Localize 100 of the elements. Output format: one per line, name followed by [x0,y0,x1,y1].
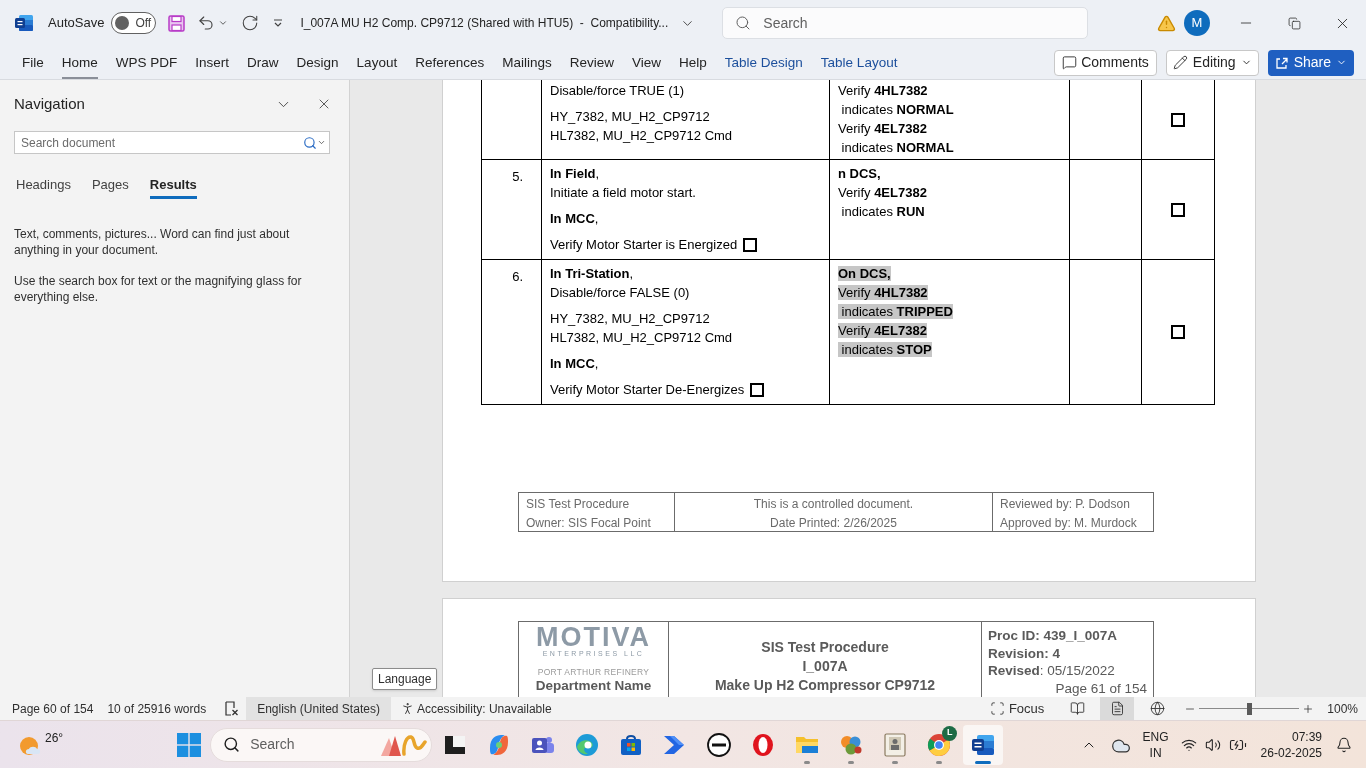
search-field[interactable]: Search document [14,131,330,154]
focus-button[interactable]: Focus [987,697,1047,720]
ribbon-tab[interactable]: File [22,50,44,79]
autosave-toggle[interactable]: Off [111,12,157,34]
share-button[interactable]: Share [1267,49,1354,76]
print-layout-button[interactable] [1100,697,1135,720]
weather-widget[interactable]: 26° [18,724,64,765]
restore-icon[interactable] [1287,16,1301,30]
zoom-slider[interactable] [1199,702,1300,715]
instruction-text: Verify Motor Starter De-Energizes [550,381,745,399]
instruction-text: HY_7382, MU_H2_CP9712 [550,310,710,328]
toggle-knob-icon [115,16,130,30]
input-language-button[interactable]: ENG IN [1142,728,1169,761]
tooltip: Language [372,668,438,690]
proofing-icon[interactable] [224,701,240,716]
header-title-text: SIS Test Procedure [761,638,889,657]
comments-button[interactable]: Comments [1054,49,1157,76]
save-icon[interactable] [168,14,186,32]
instruction-text: HL7382, MU_H2_CP9712 Cmd [550,329,733,347]
photo-frame-icon [882,731,909,758]
share-icon [1274,55,1289,70]
footer-text: Approved by: M. Murdock [1000,516,1137,530]
header-info-text: Revised: 05/15/2022 [988,662,1115,680]
expected-result-text: indicates STOP [838,342,932,357]
step-number: 5. [512,169,523,184]
navigation-tab[interactable]: Headings [16,173,71,199]
instruction-text: Disable/force TRUE (1) [550,82,685,100]
editing-mode-button[interactable]: Editing [1165,49,1259,76]
expected-result-text: Verify 4EL7382 [838,323,927,338]
ribbon-tab[interactable]: References [415,50,485,79]
comment-icon [1062,55,1078,70]
zoom-in-icon[interactable] [1302,702,1315,715]
header-info-text: Page 61 of 154 [1055,679,1147,697]
ribbon-tab[interactable]: Design [296,50,339,79]
page-icon [1109,701,1125,716]
caret-icon[interactable] [218,18,229,28]
expected-result-text: Verify 4EL7382 [838,185,927,200]
ribbon-tab[interactable]: Insert [195,50,230,79]
site-name: PORT ARTHUR REFINERY [537,667,650,677]
expected-result-text: indicates NORMAL [840,102,954,117]
windows-logo-icon[interactable] [177,732,202,757]
ribbon-tab[interactable]: WPS PDF [115,50,178,79]
ribbon-tab[interactable]: Table Design [724,50,803,79]
header-title-text: Make Up H2 Compressor CP9712 [714,676,936,695]
word-count[interactable]: 10 of 25916 words [107,699,207,718]
globe-icon [1149,701,1165,716]
header-title-text: I_007A [802,657,848,676]
warning-icon[interactable] [1157,13,1176,33]
instruction-text: HY_7382, MU_H2_CP9712 [550,108,710,126]
ribbon-tab[interactable]: Draw [247,50,279,79]
help-text: Use the search box for text or the magnifying glass for everything else. [14,273,303,305]
undo-icon[interactable] [197,14,216,32]
footer-text: This is a controlled document. [753,497,914,511]
expected-result-text: Verify 4EL7382 [838,121,927,136]
navigation-tab[interactable]: Pages [91,173,129,199]
redo-icon[interactable] [241,14,260,32]
account-avatar[interactable]: M [1184,10,1210,36]
instruction-text: In Tri-Station, [550,265,634,283]
ribbon-tab[interactable]: Home [61,50,98,79]
taskbar-app-button[interactable]: L [919,724,960,765]
app-logo-icon [15,14,33,32]
instruction-text: Verify Motor Starter is Energized [550,236,738,254]
accessibility-status[interactable]: Accessibility: Unavailable [416,699,552,718]
ribbon-tab[interactable]: View [632,50,662,79]
zoom-level[interactable]: 100% [1327,699,1358,718]
profile-badge: L [942,725,958,741]
expected-result-text: n DCS, [838,166,881,181]
slider-thumb[interactable] [1246,702,1252,715]
search-icon[interactable] [303,135,317,150]
browser-icon [926,731,953,758]
document-title: I_007A MU H2 Comp. CP9712 (Shared with HTU5) - Compatibility... [300,15,669,32]
clock[interactable]: 07:39 26-02-2025 [1260,728,1322,761]
language-button[interactable]: English (United States) [246,697,391,720]
volume-icon[interactable] [1204,736,1221,753]
customize-toolbar-icon[interactable] [273,19,284,27]
footer-text: Reviewed by: P. Dodson [1000,497,1130,511]
running-indicator-icon [892,760,899,764]
page-count[interactable]: Page 60 of 154 [12,699,94,718]
navigation-tab[interactable]: Results [149,173,197,199]
autosave-label: AutoSave [48,14,105,33]
ribbon-tab[interactable]: Mailings [502,50,552,79]
ribbon-tab[interactable]: Help [679,50,707,79]
ribbon-tab[interactable]: Review [569,50,614,79]
notification-bell-icon[interactable] [1336,736,1352,753]
running-indicator-icon [848,760,855,764]
focus-icon [989,701,1005,716]
expected-result-text: Verify 4HL7382 [838,285,928,300]
running-indicator-icon [804,760,811,764]
instruction-text: HL7382, MU_H2_CP9712 Cmd [550,127,733,145]
expected-result-text: indicates TRIPPED [838,304,953,319]
expected-result-text: On DCS, [838,266,891,281]
instruction-text: Disable/force FALSE (0) [550,284,690,302]
search-icon [223,736,241,753]
search-box[interactable]: Search [722,7,1089,39]
taskbar-app-button[interactable] [963,724,1004,765]
caret-icon[interactable] [317,138,326,147]
taskbar-search-field[interactable]: Search [210,727,433,762]
ribbon-tab[interactable]: Table Layout [820,50,898,79]
ribbon-tab[interactable]: Layout [356,50,398,79]
running-indicator-icon [975,760,992,764]
